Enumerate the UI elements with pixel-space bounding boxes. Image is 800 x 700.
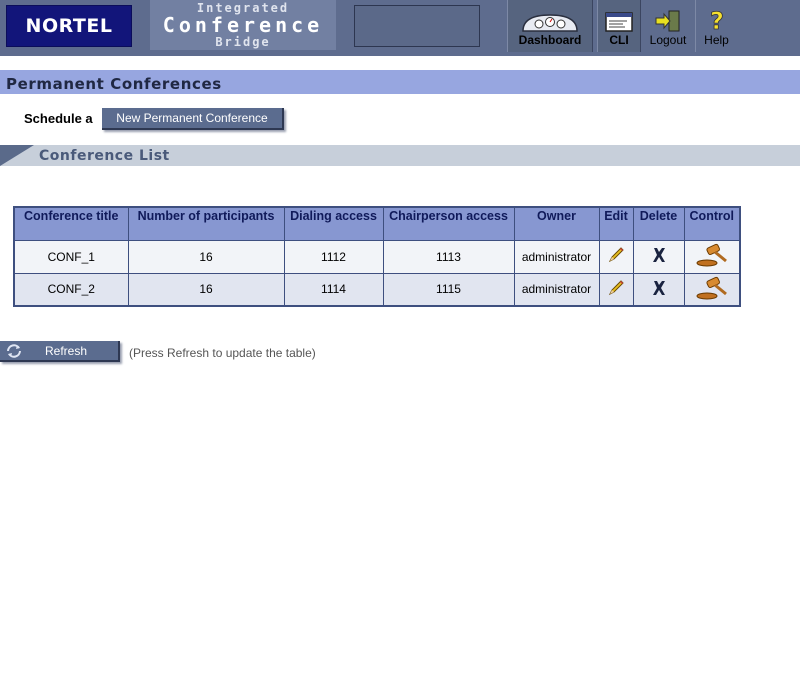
logo-text: NORTEL bbox=[25, 15, 113, 37]
refresh-arrows-icon bbox=[5, 343, 23, 362]
delete-x-icon[interactable] bbox=[651, 246, 667, 264]
nav-help[interactable]: ? Help bbox=[695, 0, 737, 52]
edit-pencil-icon[interactable] bbox=[607, 246, 625, 264]
section-triangle-decoration bbox=[0, 145, 34, 166]
cell-delete bbox=[632, 239, 685, 274]
cell-title: CONF_2 bbox=[13, 272, 129, 307]
conference-table: Conference title Number of participants … bbox=[13, 206, 741, 307]
col-conference-title: Conference title bbox=[13, 206, 129, 241]
nav-cli-label: CLI bbox=[609, 33, 629, 47]
col-dialing-access: Dialing access bbox=[283, 206, 384, 241]
refresh-button-label: Refresh bbox=[45, 344, 88, 358]
dashboard-gauge-icon bbox=[522, 14, 578, 32]
nav-cli[interactable]: CLI bbox=[597, 0, 641, 52]
table-row: CONF_1 16 1112 1113 administrator bbox=[13, 239, 741, 274]
product-line2: Conference bbox=[162, 13, 324, 37]
cell-owner: administrator bbox=[513, 272, 600, 307]
svg-text:?: ? bbox=[710, 7, 724, 33]
schedule-label: Schedule a bbox=[24, 111, 93, 126]
cell-control bbox=[683, 239, 741, 274]
product-line3: Bridge bbox=[215, 35, 271, 49]
page-title: Permanent Conferences bbox=[6, 75, 222, 93]
col-control: Control bbox=[683, 206, 741, 241]
cell-title: CONF_1 bbox=[13, 239, 129, 274]
col-delete: Delete bbox=[632, 206, 685, 241]
delete-x-icon[interactable] bbox=[651, 279, 667, 297]
cell-owner: administrator bbox=[513, 239, 600, 274]
edit-pencil-icon[interactable] bbox=[607, 279, 625, 297]
logout-door-icon bbox=[655, 10, 680, 32]
col-owner: Owner bbox=[513, 206, 600, 241]
gavel-control-icon[interactable] bbox=[695, 276, 729, 300]
conference-list-section-header: Conference List bbox=[0, 145, 800, 166]
nav-logout-label: Logout bbox=[649, 33, 687, 47]
cell-chairperson: 1113 bbox=[382, 239, 515, 274]
header-blank-panel bbox=[354, 5, 480, 47]
refresh-note: (Press Refresh to update the table) bbox=[129, 346, 316, 360]
cell-chairperson: 1115 bbox=[382, 272, 515, 307]
table-row: CONF_2 16 1114 1115 administrator bbox=[13, 272, 741, 307]
table-header-row: Conference title Number of participants … bbox=[13, 206, 741, 241]
col-chairperson-access: Chairperson access bbox=[382, 206, 515, 241]
cell-edit bbox=[598, 239, 634, 274]
col-participants: Number of participants bbox=[127, 206, 285, 241]
nortel-logo: NORTEL bbox=[6, 5, 132, 47]
new-permanent-conference-button[interactable]: New Permanent Conference bbox=[102, 108, 284, 130]
product-name: Integrated Conference Bridge bbox=[150, 0, 336, 50]
cell-delete bbox=[632, 272, 685, 307]
col-edit: Edit bbox=[598, 206, 634, 241]
question-mark-icon: ? bbox=[709, 7, 724, 33]
top-header: NORTEL Integrated Conference Bridge Dash… bbox=[0, 0, 800, 56]
nav-help-label: Help bbox=[704, 33, 729, 47]
section-title: Conference List bbox=[39, 148, 170, 164]
page-title-bar: Permanent Conferences bbox=[0, 70, 800, 94]
nav-logout[interactable]: Logout bbox=[643, 0, 693, 52]
terminal-icon bbox=[605, 12, 633, 32]
nav-dashboard-label: Dashboard bbox=[518, 33, 582, 47]
refresh-button[interactable]: Refresh bbox=[0, 341, 120, 362]
cell-participants: 16 bbox=[127, 272, 285, 307]
cell-edit bbox=[598, 272, 634, 307]
nav-dashboard[interactable]: Dashboard bbox=[507, 0, 593, 52]
gavel-control-icon[interactable] bbox=[695, 243, 729, 267]
cell-control bbox=[683, 272, 741, 307]
cell-dialing: 1112 bbox=[283, 239, 384, 274]
cell-participants: 16 bbox=[127, 239, 285, 274]
cell-dialing: 1114 bbox=[283, 272, 384, 307]
